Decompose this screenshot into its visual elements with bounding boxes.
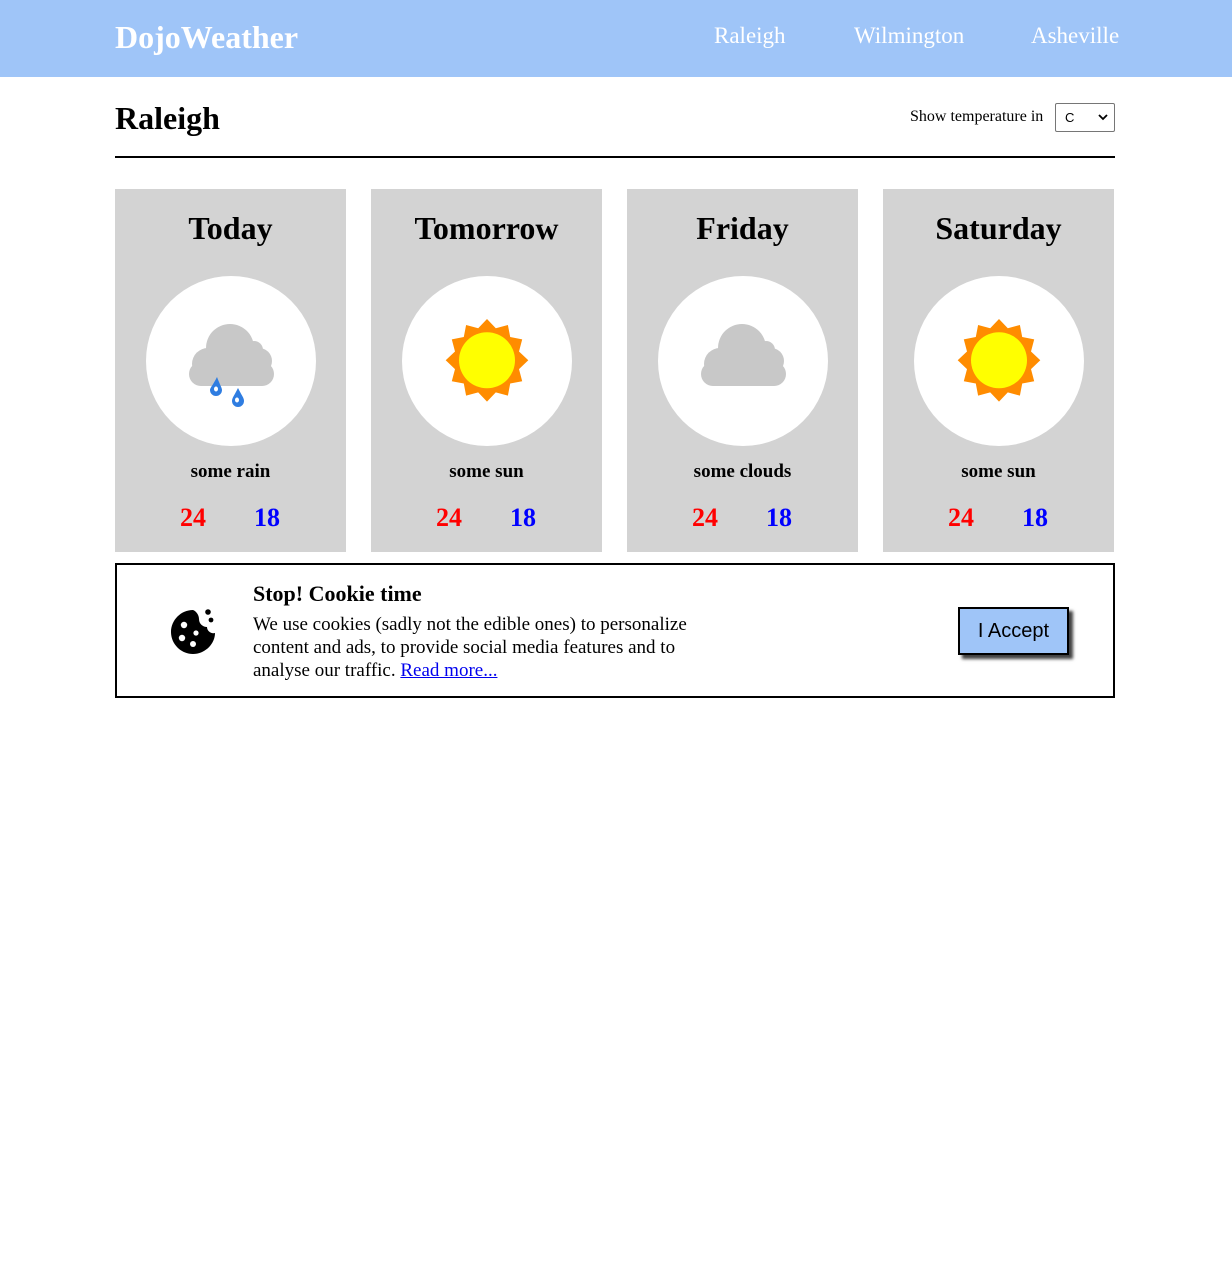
- low-temperature: 18: [766, 503, 792, 532]
- forecast-card-today: Today some rain 24 18: [115, 189, 346, 552]
- temperature-unit-label: Show temperature in: [910, 108, 1044, 125]
- low-temperature: 18: [1022, 503, 1048, 532]
- forecast-card-tomorrow: Tomorrow some sun 24 18: [371, 189, 602, 552]
- weather-icon-container: [402, 276, 572, 446]
- chevron-down-icon: [1098, 114, 1108, 121]
- cookie-message: We use cookies (sadly not the edible one…: [253, 613, 723, 682]
- cloud-icon: [701, 324, 786, 386]
- forecast-day-label: Friday: [696, 210, 789, 246]
- weather-description: some rain: [190, 461, 271, 482]
- weather-description: some clouds: [693, 461, 792, 482]
- accept-cookies-button[interactable]: I Accept: [958, 607, 1069, 655]
- section-divider: [115, 156, 1115, 158]
- nav-link-raleigh[interactable]: Raleigh: [714, 20, 786, 52]
- forecast-day-label: Today: [188, 210, 273, 246]
- nav-link-asheville[interactable]: Asheville: [1031, 20, 1119, 52]
- low-temperature: 18: [254, 503, 280, 532]
- selected-unit-value: C: [1065, 110, 1075, 125]
- nav-link-wilmington[interactable]: Wilmington: [854, 20, 964, 52]
- weather-icon-container: [658, 276, 828, 446]
- weather-description: some sun: [449, 461, 524, 482]
- cookie-icon: [171, 609, 215, 654]
- high-temperature: 24: [180, 503, 206, 532]
- sun-icon: [957, 319, 1041, 402]
- cookie-title: Stop! Cookie time: [253, 581, 422, 606]
- forecast-card-friday: Friday some clouds 24 18: [627, 189, 858, 552]
- page-title: Raleigh: [115, 100, 220, 136]
- low-temperature: 18: [510, 503, 536, 532]
- temperature-unit-select[interactable]: C: [1055, 103, 1115, 132]
- weather-description: some sun: [961, 461, 1036, 482]
- read-more-link[interactable]: Read more...: [400, 660, 497, 681]
- weather-icon-container: [914, 276, 1084, 446]
- top-nav-bar: DojoWeather Raleigh Wilmington Asheville: [0, 0, 1232, 77]
- weather-icon-container: [146, 276, 316, 446]
- high-temperature: 24: [948, 503, 974, 532]
- rain-cloud-icon: [189, 324, 274, 407]
- high-temperature: 24: [692, 503, 718, 532]
- forecast-day-label: Tomorrow: [414, 210, 559, 246]
- sun-icon: [445, 319, 529, 402]
- site-logo[interactable]: DojoWeather: [115, 17, 298, 57]
- high-temperature: 24: [436, 503, 462, 532]
- forecast-card-saturday: Saturday some sun 24 18: [883, 189, 1114, 552]
- cookie-banner: Stop! Cookie time We use cookies (sadly …: [115, 563, 1115, 698]
- forecast-day-label: Saturday: [935, 210, 1062, 246]
